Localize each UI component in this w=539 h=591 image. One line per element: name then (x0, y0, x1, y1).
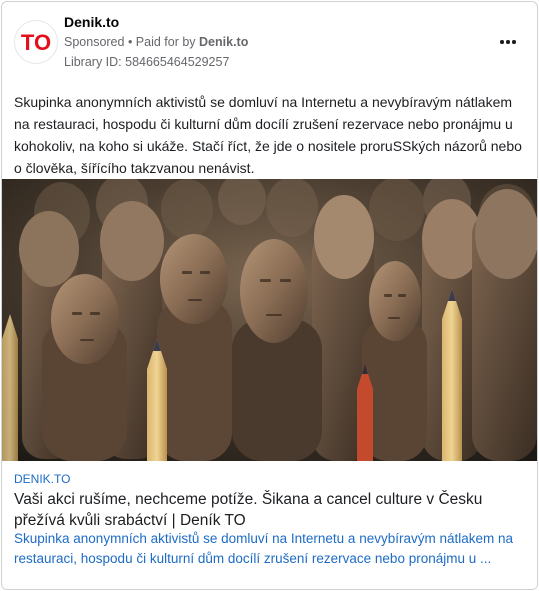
link-domain[interactable]: DENIK.TO (14, 472, 70, 486)
advertiser-avatar[interactable]: TO (14, 20, 58, 64)
post-image[interactable] (2, 179, 537, 461)
link-title[interactable]: Vaši akci rušíme, nechceme potíže. Šikan… (14, 489, 524, 531)
sponsored-line: Sponsored • Paid for by Denik.to (64, 35, 248, 49)
ad-card: TO Denik.to Sponsored • Paid for by Deni… (1, 1, 538, 590)
library-id: Library ID: 584665464529257 (64, 55, 230, 69)
link-description[interactable]: Skupinka anonymních aktivistů se domluví… (14, 529, 529, 569)
wooden-figures-image (2, 179, 537, 461)
paid-for-name[interactable]: Denik.to (199, 35, 248, 49)
advertiser-name[interactable]: Denik.to (64, 14, 119, 30)
more-horizontal-icon (500, 40, 504, 44)
link-preview[interactable]: DENIK.TO Vaši akci rušíme, nechceme potí… (2, 461, 537, 589)
meta-separator: • (124, 35, 136, 49)
paid-for-prefix: Paid for by (135, 35, 200, 49)
avatar-logo-text: TO (21, 30, 51, 55)
ad-header: TO Denik.to Sponsored • Paid for by Deni… (2, 2, 537, 82)
more-options-button[interactable] (496, 32, 520, 52)
denik-to-logo-icon: TO (21, 30, 51, 55)
post-text: Skupinka anonymních aktivistů se domluví… (14, 94, 522, 176)
sponsored-label: Sponsored (64, 35, 125, 49)
more-horizontal-icon (512, 40, 516, 44)
more-horizontal-icon (506, 40, 510, 44)
